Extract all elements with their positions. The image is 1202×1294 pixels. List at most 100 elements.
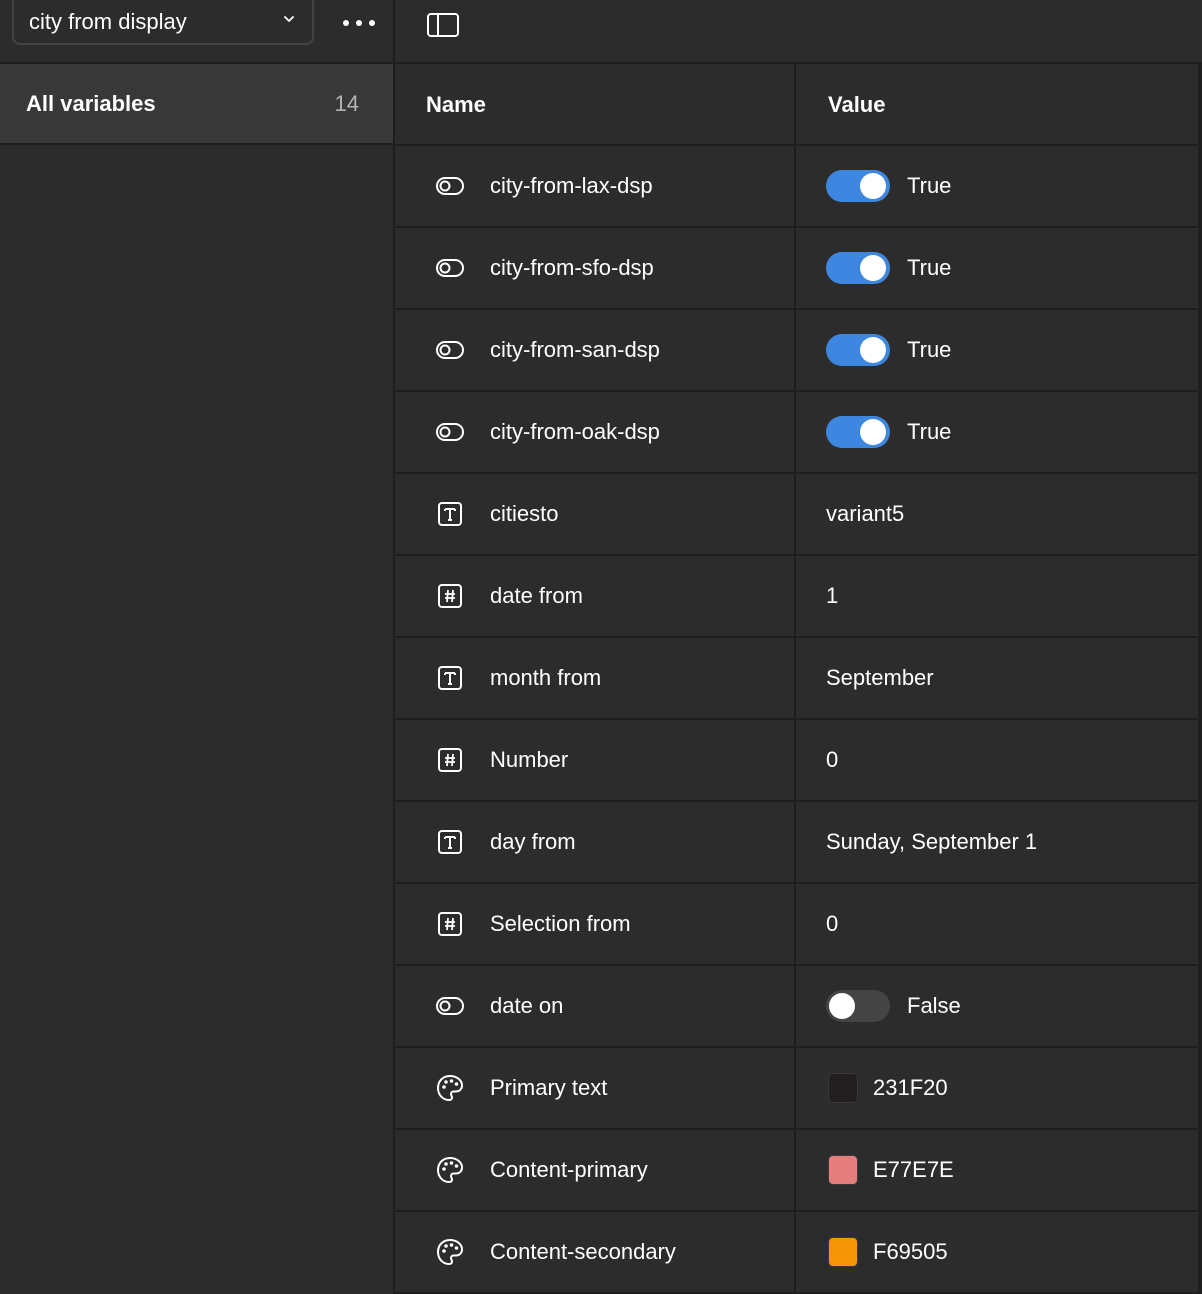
variable-value: September bbox=[826, 665, 934, 690]
table-row[interactable]: Content-primary E77E7E bbox=[395, 1130, 1202, 1212]
variable-value-cell[interactable]: True bbox=[826, 146, 951, 226]
toggle-icon bbox=[435, 255, 465, 281]
column-divider bbox=[794, 228, 796, 308]
boolean-toggle[interactable] bbox=[826, 334, 890, 366]
table-row[interactable]: Number 0 bbox=[395, 720, 1202, 802]
table-row[interactable]: citiesto variant5 bbox=[395, 474, 1202, 556]
collection-dropdown[interactable]: city from display bbox=[12, 0, 314, 45]
boolean-toggle[interactable] bbox=[826, 990, 890, 1022]
toggle-sidebar-button[interactable] bbox=[423, 10, 463, 40]
column-divider bbox=[1198, 720, 1202, 800]
variable-value-cell[interactable]: 231F20 bbox=[826, 1048, 948, 1128]
toggle-knob bbox=[829, 993, 855, 1019]
variable-name[interactable]: city-from-sfo-dsp bbox=[490, 255, 654, 281]
column-divider bbox=[1198, 228, 1202, 308]
boolean-toggle[interactable] bbox=[826, 252, 890, 284]
column-header-name: Name bbox=[426, 92, 486, 117]
table-row[interactable]: Primary text 231F20 bbox=[395, 1048, 1202, 1130]
color-swatch[interactable] bbox=[828, 1155, 858, 1185]
variable-name[interactable]: Content-secondary bbox=[490, 1239, 676, 1265]
column-divider bbox=[1198, 1130, 1202, 1210]
number-type-icon bbox=[435, 911, 465, 937]
table-row[interactable]: date on False bbox=[395, 966, 1202, 1048]
variable-value-cell[interactable]: 1 bbox=[826, 556, 838, 636]
variable-name[interactable]: Content-primary bbox=[490, 1157, 648, 1183]
variable-name[interactable]: Selection from bbox=[490, 911, 631, 937]
color-swatch[interactable] bbox=[828, 1073, 858, 1103]
table-row[interactable]: day from Sunday, September 1 bbox=[395, 802, 1202, 884]
table-row[interactable]: city-from-oak-dsp True bbox=[395, 392, 1202, 474]
toggle-icon bbox=[435, 993, 465, 1019]
toggle-icon bbox=[435, 419, 465, 445]
variable-value: E77E7E bbox=[873, 1157, 954, 1182]
variable-value-cell[interactable]: Sunday, September 1 bbox=[826, 802, 1037, 882]
variable-name[interactable]: month from bbox=[490, 665, 601, 691]
variable-value: F69505 bbox=[873, 1239, 948, 1264]
table-row[interactable]: Selection from 0 bbox=[395, 884, 1202, 966]
more-options-button[interactable] bbox=[336, 6, 382, 40]
toggle-icon bbox=[435, 173, 465, 199]
variable-name[interactable]: city-from-lax-dsp bbox=[490, 173, 653, 199]
variable-value: Sunday, September 1 bbox=[826, 829, 1038, 854]
variable-value: True bbox=[907, 173, 952, 198]
text-type-icon bbox=[435, 665, 465, 691]
column-header-value: Value bbox=[828, 92, 886, 117]
column-divider bbox=[794, 966, 796, 1046]
column-divider bbox=[1198, 638, 1202, 718]
palette-icon bbox=[435, 1157, 465, 1183]
column-divider bbox=[794, 802, 796, 882]
variable-name[interactable]: citiesto bbox=[490, 501, 558, 527]
variable-value-cell[interactable]: September bbox=[826, 638, 934, 718]
text-type-icon bbox=[435, 829, 465, 855]
boolean-toggle[interactable] bbox=[826, 416, 890, 448]
palette-icon bbox=[435, 1075, 465, 1101]
variable-value-cell[interactable]: True bbox=[826, 228, 951, 308]
column-divider bbox=[794, 146, 796, 226]
variable-value-cell[interactable]: 0 bbox=[826, 720, 838, 800]
sidebar-item-all-variables[interactable]: All variables 14 bbox=[0, 64, 393, 145]
variable-name[interactable]: city-from-san-dsp bbox=[490, 337, 660, 363]
column-divider bbox=[794, 392, 796, 472]
boolean-toggle[interactable] bbox=[826, 170, 890, 202]
sidebar-panel-icon bbox=[427, 13, 459, 37]
table-row[interactable]: city-from-sfo-dsp True bbox=[395, 228, 1202, 310]
variable-value-cell[interactable]: True bbox=[826, 392, 951, 472]
collection-name: city from display bbox=[29, 8, 187, 34]
variable-name[interactable]: Number bbox=[490, 747, 568, 773]
variable-value: True bbox=[907, 255, 952, 280]
column-divider bbox=[1198, 392, 1202, 472]
variable-value: 0 bbox=[826, 747, 839, 772]
variable-name[interactable]: city-from-oak-dsp bbox=[490, 419, 660, 445]
variable-name[interactable]: date from bbox=[490, 583, 583, 609]
column-divider bbox=[794, 1048, 796, 1128]
table-row[interactable]: city-from-san-dsp True bbox=[395, 310, 1202, 392]
more-horizontal-icon bbox=[343, 20, 375, 26]
variable-name[interactable]: date on bbox=[490, 993, 563, 1019]
variable-value: variant5 bbox=[826, 501, 905, 526]
toggle-knob bbox=[860, 173, 886, 199]
column-divider bbox=[794, 64, 796, 144]
column-divider bbox=[1198, 884, 1202, 964]
number-type-icon bbox=[435, 583, 465, 609]
table-row[interactable]: date from 1 bbox=[395, 556, 1202, 638]
color-swatch[interactable] bbox=[828, 1237, 858, 1267]
column-divider bbox=[1198, 64, 1202, 144]
table-row[interactable]: month from September bbox=[395, 638, 1202, 720]
column-divider bbox=[1198, 1212, 1202, 1292]
variable-name[interactable]: Primary text bbox=[490, 1075, 607, 1101]
variable-value-cell[interactable]: F69505 bbox=[826, 1212, 948, 1292]
variable-value-cell[interactable]: variant5 bbox=[826, 474, 904, 554]
table-row[interactable]: city-from-lax-dsp True bbox=[395, 146, 1202, 228]
variable-value-cell[interactable]: E77E7E bbox=[826, 1130, 954, 1210]
variable-name[interactable]: day from bbox=[490, 829, 576, 855]
variable-value: True bbox=[907, 419, 952, 444]
variable-value-cell[interactable]: True bbox=[826, 310, 951, 390]
table-row[interactable]: Content-secondary F69505 bbox=[395, 1212, 1202, 1294]
variable-value: False bbox=[907, 993, 961, 1018]
column-divider bbox=[1198, 966, 1202, 1046]
variable-value-cell[interactable]: 0 bbox=[826, 884, 838, 964]
variable-value-cell[interactable]: False bbox=[826, 966, 961, 1046]
toggle-knob bbox=[860, 337, 886, 363]
text-type-icon bbox=[435, 501, 465, 527]
column-divider bbox=[794, 1212, 796, 1292]
